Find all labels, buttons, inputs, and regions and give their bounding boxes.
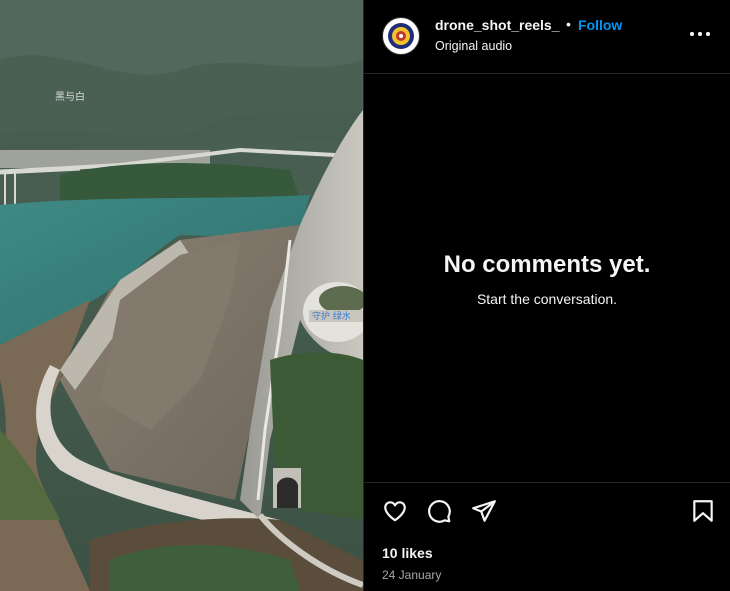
separator-dot: • — [566, 16, 571, 32]
username-link[interactable]: drone_shot_reels_ — [435, 17, 560, 33]
bookmark-icon[interactable] — [690, 498, 716, 529]
heart-icon[interactable] — [382, 498, 408, 529]
post-side-panel: drone_shot_reels_ • Follow Original audi… — [363, 0, 730, 591]
post-actions: 10 likes 24 January — [364, 482, 730, 591]
post-header: drone_shot_reels_ • Follow Original audi… — [364, 0, 730, 74]
empty-comments-title: No comments yet. — [443, 251, 651, 278]
post-date[interactable]: 24 January — [382, 568, 441, 582]
post-media-video[interactable]: 守护 绿水 黑与白 — [0, 0, 363, 591]
likes-count[interactable]: 10 likes — [382, 545, 433, 561]
more-options-icon[interactable] — [690, 26, 712, 40]
audio-link[interactable]: Original audio — [435, 39, 512, 53]
empty-comments-subtitle: Start the conversation. — [476, 291, 618, 307]
follow-button[interactable]: Follow — [578, 17, 622, 33]
video-watermark: 黑与白 — [55, 92, 85, 103]
svg-text:守护 绿水: 守护 绿水 — [312, 310, 351, 322]
account-logo-icon — [384, 19, 418, 53]
avatar[interactable] — [382, 17, 420, 55]
comment-bubble-icon[interactable] — [426, 498, 452, 529]
paper-plane-icon[interactable] — [471, 498, 497, 529]
